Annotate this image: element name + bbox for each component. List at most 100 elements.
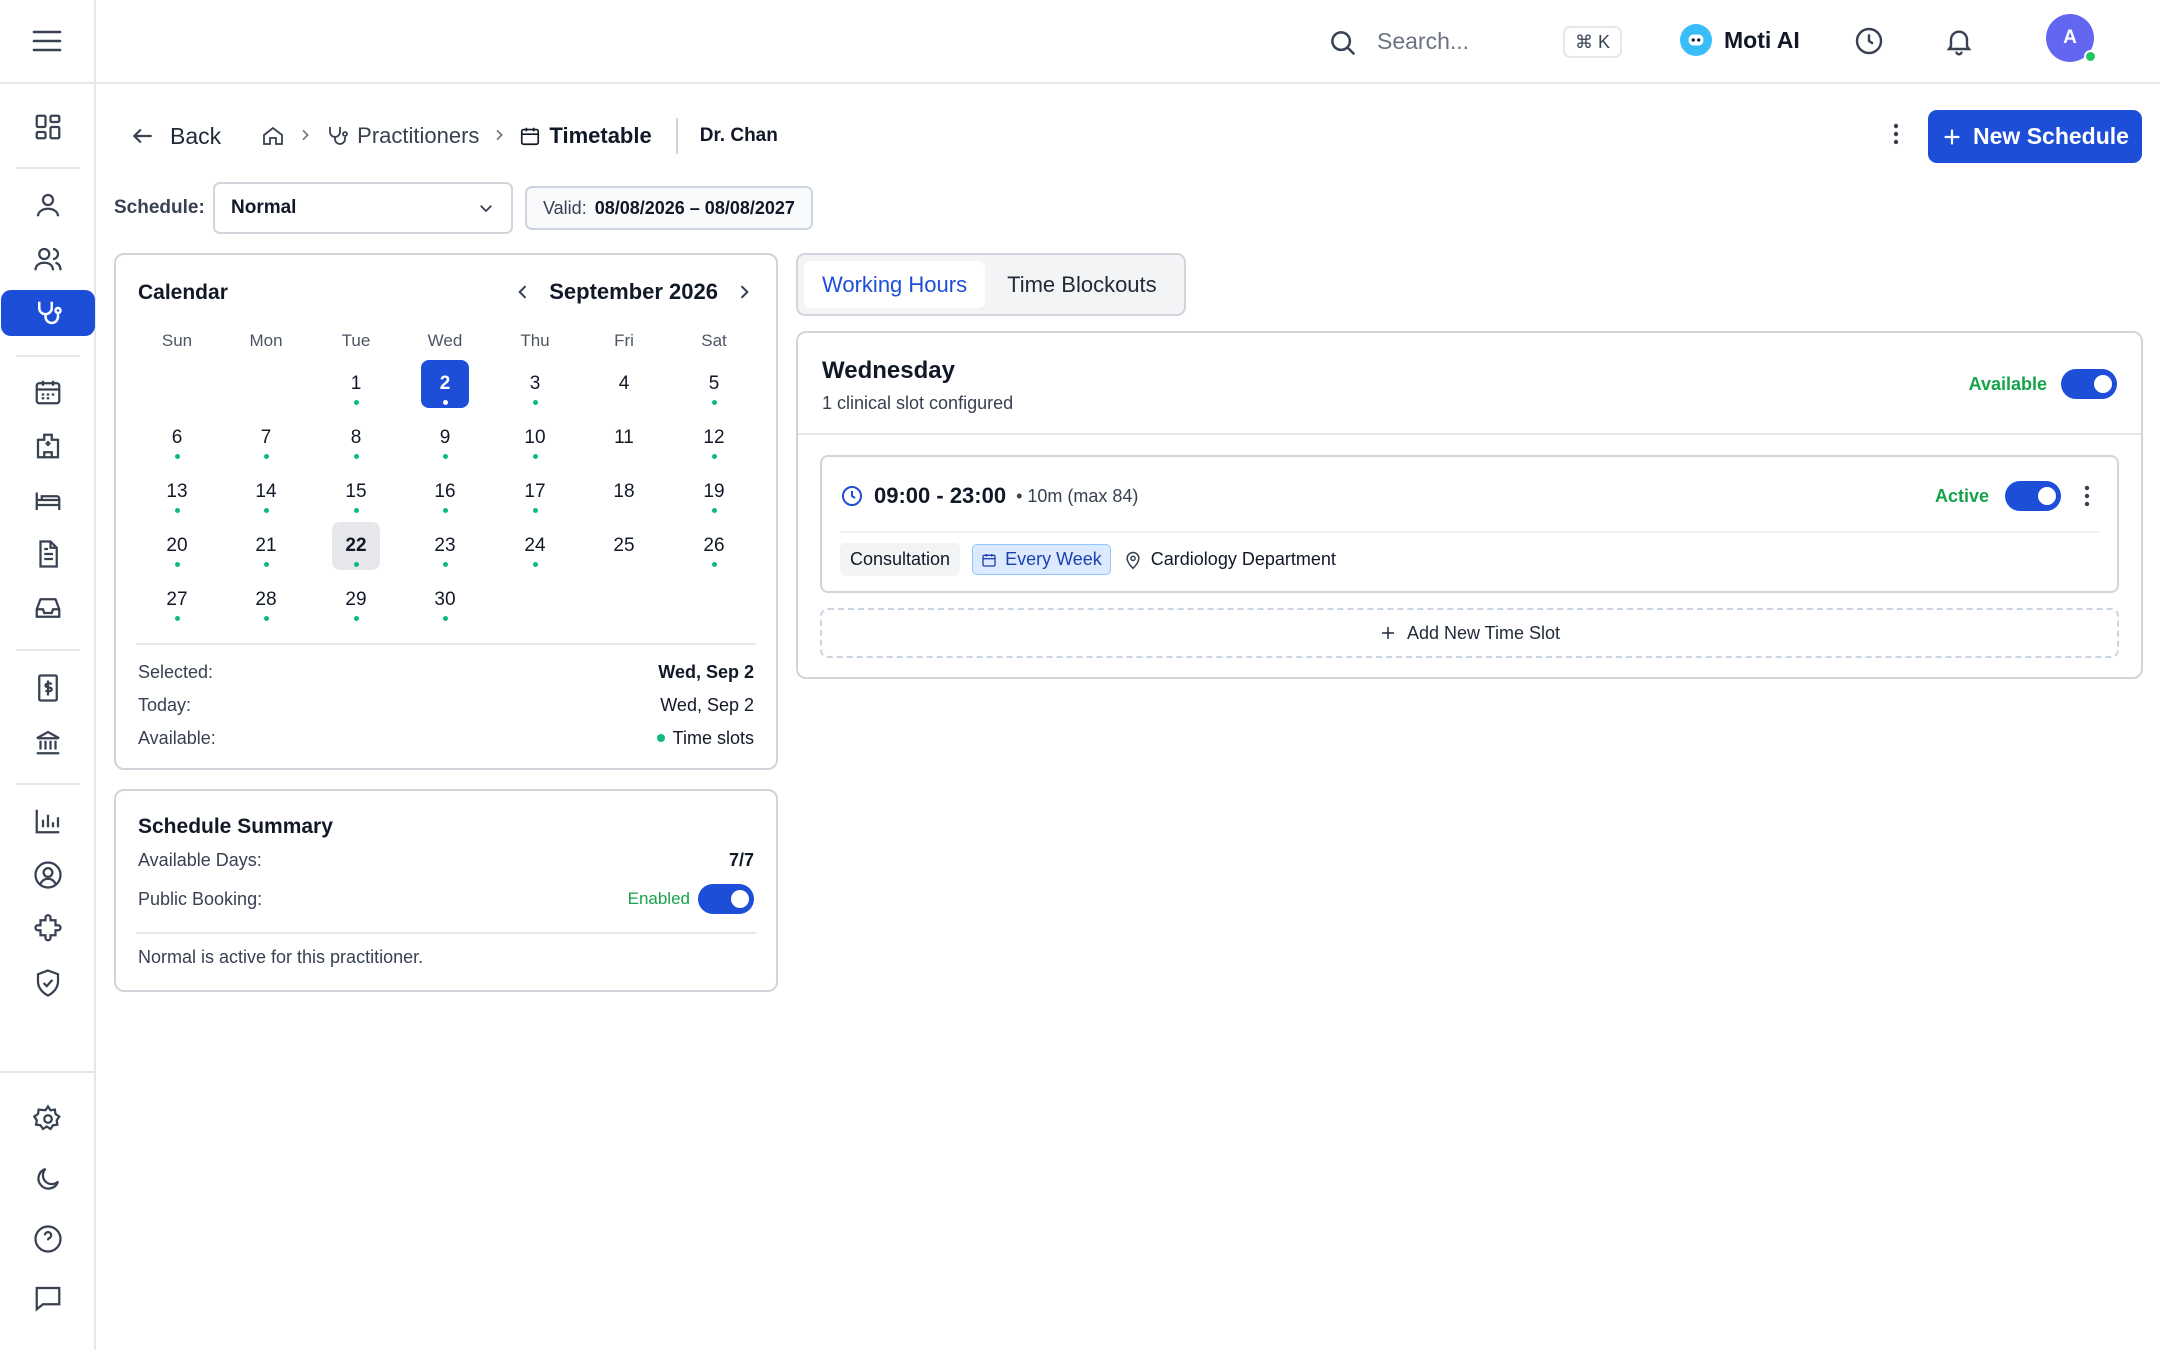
availability-dot	[443, 454, 448, 459]
calendar-day[interactable]: 12	[690, 414, 738, 462]
calendar-day[interactable]: 14	[242, 468, 290, 516]
calendar-day[interactable]: 4	[600, 360, 648, 408]
more-options-icon[interactable]	[1884, 120, 1908, 153]
calendar-day[interactable]: 19	[690, 468, 738, 516]
stethoscope-icon	[38, 301, 62, 325]
calendar-day[interactable]: 20	[153, 522, 201, 570]
search-input[interactable]: Search...	[1377, 28, 1469, 55]
back-button[interactable]: Back	[130, 123, 221, 150]
calendar-day[interactable]: 25	[600, 522, 648, 570]
new-schedule-button[interactable]: New Schedule	[1928, 110, 2142, 163]
schedule-tabs: Working Hours Time Blockouts	[796, 253, 1186, 316]
sidebar-item-billing[interactable]	[0, 665, 96, 711]
calendar-day[interactable]: 21	[242, 522, 290, 570]
arrow-left-icon	[132, 128, 152, 144]
tab-working-hours[interactable]: Working Hours	[804, 261, 986, 308]
breadcrumb-timetable-label: Timetable	[549, 123, 652, 148]
sidebar-item-documents[interactable]	[0, 531, 96, 577]
calendar-day[interactable]: 28	[242, 576, 290, 624]
availability-dot	[354, 454, 359, 459]
availability-dot	[712, 562, 717, 567]
sidebar-item-practitioners[interactable]	[1, 290, 95, 336]
calendar-day[interactable]: 30	[421, 576, 469, 624]
available-value: Time slots	[672, 727, 754, 748]
sidebar-item-integrations[interactable]	[0, 906, 96, 952]
home-icon	[263, 126, 284, 145]
availability-dot	[533, 454, 538, 459]
calendar-day[interactable]: 10	[511, 414, 559, 462]
calendar-day-number: 17	[524, 481, 546, 502]
calendar-day[interactable]: 29	[332, 576, 380, 624]
chevron-left-icon[interactable]	[513, 282, 533, 302]
weekday-label: Sun	[161, 331, 193, 350]
breadcrumb-home[interactable]	[261, 124, 285, 148]
calendar-day[interactable]: 6	[153, 414, 201, 462]
availability-dot	[354, 616, 359, 621]
sidebar-item-dashboard[interactable]	[0, 104, 96, 150]
calendar-day[interactable]: 22	[332, 522, 380, 570]
sidebar-item-help[interactable]	[0, 1216, 96, 1262]
calendar-day[interactable]: 18	[600, 468, 648, 516]
more-options-icon[interactable]	[2077, 483, 2097, 509]
calendar-day[interactable]: 15	[332, 468, 380, 516]
back-label: Back	[170, 122, 222, 149]
calendar-day[interactable]: 16	[421, 468, 469, 516]
sidebar-item-calendar[interactable]	[0, 369, 96, 415]
sidebar-item-bank[interactable]	[0, 719, 96, 765]
tab-time-blockouts[interactable]: Time Blockouts	[989, 261, 1175, 308]
add-time-slot-button[interactable]: Add New Time Slot	[820, 608, 2119, 658]
search-icon[interactable]	[1328, 28, 1358, 63]
sidebar-item-patients[interactable]	[0, 236, 96, 282]
calendar-day[interactable]: 3	[511, 360, 559, 408]
sidebar-item-theme[interactable]	[0, 1156, 96, 1202]
user-icon	[36, 193, 60, 217]
sidebar-item-profile[interactable]	[0, 852, 96, 898]
calendar-day[interactable]: 9	[421, 414, 469, 462]
sidebar-item-security[interactable]	[0, 960, 96, 1006]
menu-button[interactable]	[0, 0, 94, 84]
calendar-day-number: 19	[703, 481, 725, 502]
day-available-toggle[interactable]	[2061, 369, 2117, 399]
available-days-label: Available Days:	[138, 849, 262, 870]
public-booking-toggle[interactable]	[698, 884, 754, 914]
history-icon[interactable]	[1853, 25, 1885, 62]
calendar-day[interactable]: 5	[690, 360, 738, 408]
time-slot-card: 09:00 - 23:00 • 10m (max 84) Active Cons…	[820, 455, 2119, 593]
calendar-day[interactable]: 11	[600, 414, 648, 462]
calendar-day[interactable]: 13	[153, 468, 201, 516]
sidebar-item-patient[interactable]	[0, 182, 96, 228]
moon-icon	[37, 1167, 60, 1190]
calendar-day[interactable]: 27	[153, 576, 201, 624]
calendar-day[interactable]: 2	[421, 360, 469, 408]
calendar-day[interactable]: 24	[511, 522, 559, 570]
calendar-day[interactable]: 7	[242, 414, 290, 462]
calendar-icon	[982, 553, 996, 567]
dashboard-icon	[35, 114, 61, 140]
calendar-day[interactable]: 17	[511, 468, 559, 516]
calendar-day[interactable]: 23	[421, 522, 469, 570]
sidebar-item-settings[interactable]	[0, 1096, 96, 1142]
sidebar-item-inbox[interactable]	[0, 585, 96, 631]
calendar-day[interactable]: 8	[332, 414, 380, 462]
moti-ai-button[interactable]: Moti AI	[1680, 24, 1800, 56]
chevron-right-icon[interactable]	[734, 282, 754, 302]
calendar-day-number: 5	[708, 373, 720, 394]
calendar-day-number: 25	[613, 535, 635, 556]
sidebar-item-hospital[interactable]	[0, 423, 96, 469]
sidebar-divider	[16, 649, 80, 651]
sidebar-item-reports[interactable]	[0, 798, 96, 844]
calendar-day[interactable]: 1	[332, 360, 380, 408]
bell-icon[interactable]	[1943, 25, 1975, 62]
slot-active-toggle[interactable]	[2005, 481, 2061, 511]
calendar-icon	[521, 127, 540, 146]
breadcrumb-practitioners[interactable]: Practitioners	[325, 123, 479, 149]
availability-dot	[175, 616, 180, 621]
calendar-day[interactable]: 26	[690, 522, 738, 570]
validity-range: 08/08/2026 – 08/08/2027	[594, 197, 795, 218]
schedule-select[interactable]: Normal	[213, 182, 513, 234]
sidebar-item-beds[interactable]	[0, 477, 96, 523]
public-booking-status: Enabled	[627, 889, 690, 908]
sidebar-item-feedback[interactable]	[0, 1275, 96, 1321]
availability-dot	[443, 562, 448, 567]
shield-icon	[36, 969, 60, 997]
